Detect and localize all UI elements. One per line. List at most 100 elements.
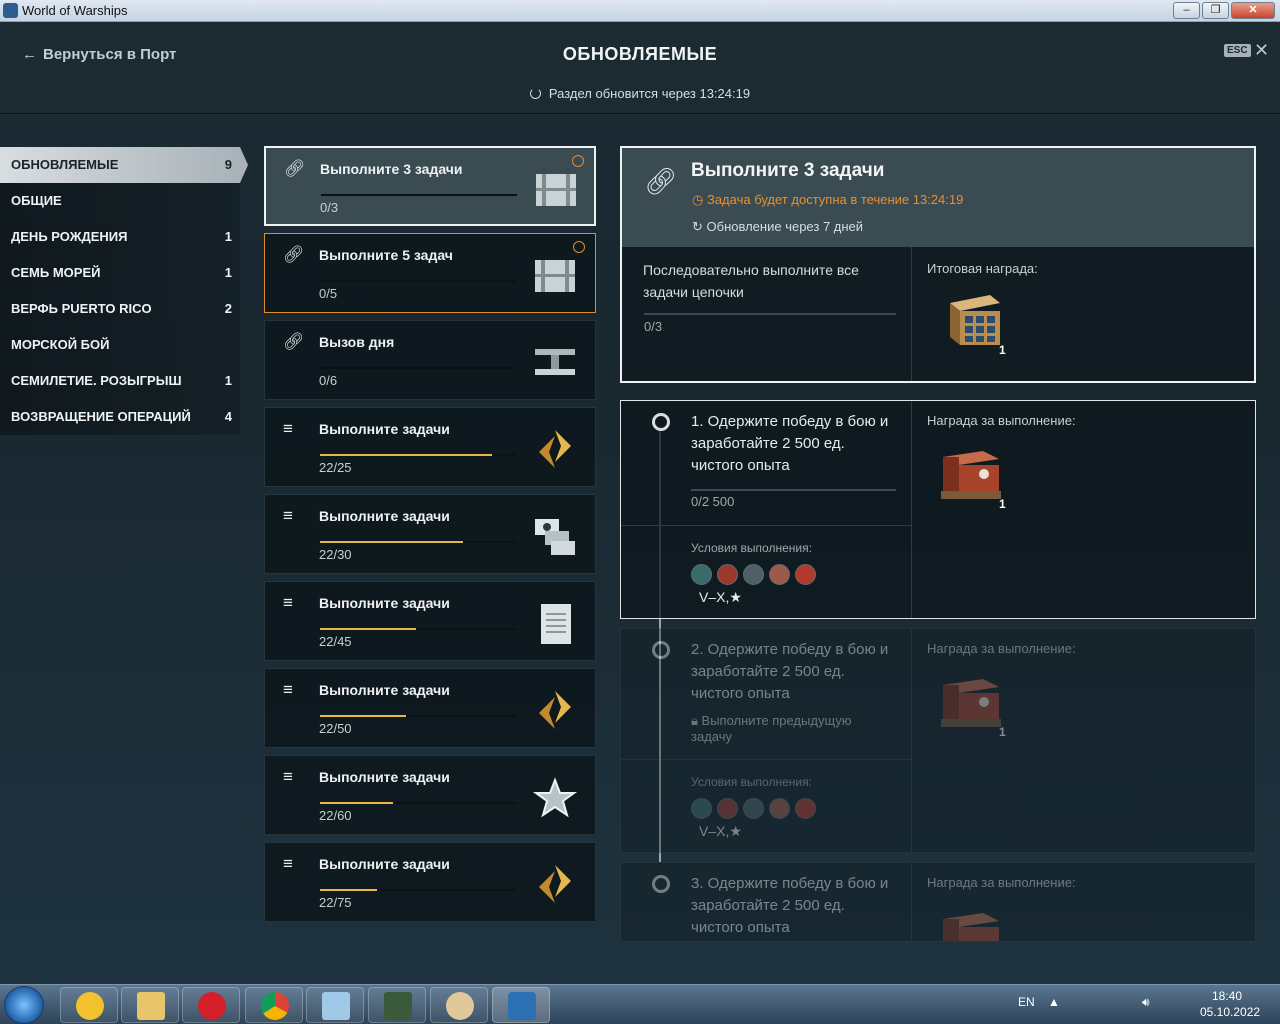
mission-progress-bar [320, 715, 516, 717]
taskbar-app-5[interactable] [306, 987, 364, 1023]
mission-progress-bar [320, 628, 516, 630]
sidebar-item-updatable[interactable]: ОБНОВЛЯЕМЫЕ 9 [0, 147, 248, 183]
mission-progress: 0/3 [320, 200, 339, 215]
refresh-icon [529, 88, 541, 99]
locked-notice: 🔒︎ Выполните предыдущую задачу [691, 713, 891, 745]
timer-icon [573, 241, 585, 253]
update-text: ↻ Обновление через 7 дней [692, 219, 864, 234]
mission-card[interactable]: 🔗︎ Вызов дня 0/6 [264, 320, 596, 400]
sidebar-item-seven-seas[interactable]: СЕМЬ МОРЕЙ 1 [0, 255, 240, 291]
mission-card[interactable]: ≡ Выполните задачи 22/25 [264, 407, 596, 487]
sidebar-item-label: ДЕНЬ РОЖДЕНИЯ [11, 229, 128, 244]
ship-class-icons [691, 564, 821, 586]
paint-icon [446, 992, 474, 1020]
clock-time[interactable]: 18:40 [1212, 989, 1242, 1003]
window-title: World of Warships [22, 3, 128, 18]
mission-progress: 22/30 [319, 547, 352, 562]
wows-icon [508, 992, 536, 1020]
sidebar-item-shipyard[interactable]: ВЕРФЬ PUERTO RICO 2 [0, 291, 240, 327]
document-icon [531, 600, 579, 646]
taskbar-wows[interactable] [492, 987, 550, 1023]
start-button[interactable] [4, 986, 44, 1024]
close-icon[interactable]: ✕ [1254, 40, 1269, 61]
task-title: 1. Одержите победу в бою и заработайте 2… [691, 413, 889, 474]
battleship-icon [743, 798, 764, 819]
mission-card[interactable]: 🔗︎ Выполните 3 задачи 0/3 [264, 146, 596, 226]
sidebar-item-count: 9 [224, 157, 232, 172]
sidebar-item-count: 2 [224, 301, 232, 316]
opera-icon [198, 992, 226, 1020]
divider [911, 629, 912, 852]
final-reward-count: 1 [999, 343, 1006, 357]
container-icon [531, 252, 579, 298]
detail-body: Последовательно выполните все задачи цеп… [622, 247, 1254, 381]
mission-card[interactable]: ≡ Выполните задачи 22/75 [264, 842, 596, 922]
destroyer-icon [691, 798, 712, 819]
mission-progress-bar [320, 367, 516, 369]
reward-label: Награда за выполнение: [927, 413, 1076, 428]
app-icon [322, 992, 350, 1020]
submarine-icon [795, 564, 816, 585]
mission-progress-fill [320, 889, 377, 891]
mission-card[interactable]: ≡ Выполните задачи 22/45 [264, 581, 596, 661]
taskbar-paint[interactable] [430, 987, 488, 1023]
language-indicator[interactable]: EN [1018, 995, 1035, 1009]
taskbar-explorer[interactable] [121, 987, 179, 1023]
divider [621, 525, 911, 526]
detail-title: Выполните 3 задачи [691, 160, 885, 181]
maximize-button[interactable]: ❐ [1202, 2, 1229, 19]
taskbar-opera[interactable] [182, 987, 240, 1023]
mission-progress: 22/25 [319, 460, 352, 475]
mission-card[interactable]: 🔗︎ Выполните 5 задач 0/5 [264, 233, 596, 313]
submarine-icon [795, 798, 816, 819]
mission-progress-bar [320, 541, 516, 543]
coal-icon [531, 861, 579, 907]
taskbar-app-1[interactable] [60, 987, 118, 1023]
task-item-2[interactable]: 2. Одержите победу в бою и заработайте 2… [620, 628, 1256, 853]
app-icon [3, 3, 18, 18]
os-taskbar: EN ▲ 🔊︎ 18:40 05.10.2022 [0, 984, 1280, 1024]
mission-card[interactable]: ≡ Выполните задачи 22/60 [264, 755, 596, 835]
task-item-1[interactable]: 1. Одержите победу в бою и заработайте 2… [620, 400, 1256, 619]
carrier-icon [769, 564, 790, 585]
task-progress: 0/2 500 [691, 494, 735, 509]
task-item-3[interactable]: 3. Одержите победу в бою и заработайте 2… [620, 862, 1256, 942]
divider [911, 247, 912, 381]
sidebar-item-operations[interactable]: ВОЗВРАЩЕНИЕ ОПЕРАЦИЙ 4 [0, 399, 240, 435]
close-window-button[interactable]: ✕ [1231, 2, 1275, 19]
minimize-button[interactable]: – [1173, 2, 1200, 19]
sidebar-item-general[interactable]: ОБЩИЕ [0, 183, 240, 219]
volume-icon[interactable]: 🔊︎ [1142, 995, 1150, 1010]
mission-card-title: Вызов дня [319, 334, 395, 350]
container-reward-icon [941, 451, 1001, 499]
mission-card[interactable]: ≡ Выполните задачи 22/50 [264, 668, 596, 748]
sidebar-item-count: 1 [224, 229, 232, 244]
mission-progress-fill [320, 541, 464, 543]
supercontainer-icon [950, 295, 1000, 345]
taskbar-app-6[interactable] [368, 987, 426, 1023]
task-title: 3. Одержите победу в бою и заработайте 2… [691, 875, 889, 936]
signals-icon [531, 513, 579, 559]
sidebar-item-naval-battle[interactable]: МОРСКОЙ БОЙ [0, 327, 240, 363]
conditions-label: Условия выполнения: [691, 775, 812, 789]
refresh-timer: Раздел обновится через 13:24:19 [0, 86, 1280, 101]
ship-class-icons [691, 798, 821, 820]
taskbar-chrome[interactable] [245, 987, 303, 1023]
tray-expand-icon[interactable]: ▲ [1048, 995, 1060, 1009]
mission-progress-fill [320, 715, 407, 717]
mission-card-title: Выполните задачи [319, 508, 450, 524]
sidebar-item-birthday[interactable]: ДЕНЬ РОЖДЕНИЯ 1 [0, 219, 240, 255]
coal-icon [531, 426, 579, 472]
mission-card[interactable]: ≡ Выполните задачи 22/30 [264, 494, 596, 574]
category-sidebar: ОБНОВЛЯЕМЫЕ 9 ОБЩИЕ ДЕНЬ РОЖДЕНИЯ 1 СЕМЬ М… [0, 147, 248, 435]
sidebar-item-label: СЕМИЛЕТИЕ. РОЗЫГРЫШ [11, 373, 182, 388]
mission-progress-bar [320, 280, 516, 282]
list-icon: ≡ [283, 854, 293, 873]
clock-date[interactable]: 05.10.2022 [1200, 1005, 1260, 1019]
reward-label: Награда за выполнение: [927, 875, 1076, 890]
coal-icon [531, 687, 579, 733]
sidebar-item-anniversary[interactable]: СЕМИЛЕТИЕ. РОЗЫГРЫШ 1 [0, 363, 240, 399]
mission-card-title: Выполните задачи [319, 595, 450, 611]
sidebar-item-count: 1 [224, 265, 232, 280]
mission-progress-fill [320, 802, 393, 804]
